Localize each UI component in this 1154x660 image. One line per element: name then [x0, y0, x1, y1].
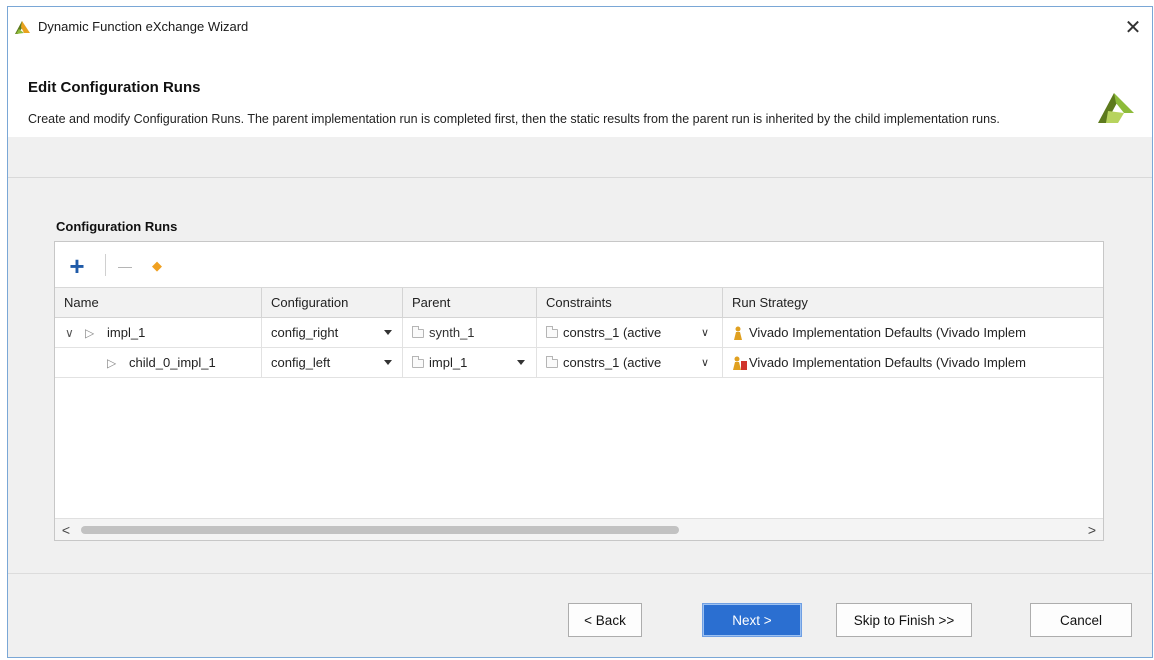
dropdown-arrow-icon: [517, 360, 525, 365]
dropdown-arrow-icon: [384, 360, 392, 365]
strategy-figure-icon: [734, 326, 742, 340]
back-button[interactable]: < Back: [568, 603, 642, 637]
page-description: Create and modify Configuration Runs. Th…: [28, 112, 1000, 126]
diamond-icon: ◆: [152, 258, 162, 273]
constraints-wrap: constrs_1 (active: [546, 318, 661, 348]
constraints-wrap: constrs_1 (active: [546, 348, 661, 378]
column-header-name[interactable]: Name: [55, 288, 262, 318]
run-name: impl_1: [107, 325, 146, 340]
parent-wrap: synth_1: [412, 318, 475, 348]
parent-value: impl_1: [429, 355, 468, 370]
configuration-value: config_right: [271, 325, 339, 340]
next-button[interactable]: Next >: [702, 603, 802, 637]
remove-run-button[interactable]: —: [113, 254, 137, 278]
cancel-button[interactable]: Cancel: [1030, 603, 1132, 637]
column-header-constraints[interactable]: Constraints: [537, 288, 723, 318]
close-icon: ✕: [1124, 16, 1142, 39]
strategy-figure-warning-icon: [733, 356, 747, 370]
app-logo-icon: [15, 21, 30, 34]
header-divider: [8, 177, 1152, 178]
skip-to-finish-button[interactable]: Skip to Finish >>: [836, 603, 972, 637]
folder-icon: [412, 326, 424, 338]
vivado-logo-icon: [1098, 93, 1134, 123]
constraints-dropdown[interactable]: constrs_1 (active ∨: [537, 348, 723, 378]
close-button[interactable]: ✕: [1116, 11, 1150, 43]
constraints-value: constrs_1 (active: [563, 325, 662, 340]
dropdown-arrow-icon: [384, 330, 392, 335]
table-row[interactable]: ∨ ▷ impl_1 config_right synth_1 constrs_…: [55, 318, 1103, 348]
configuration-dropdown[interactable]: config_right: [262, 318, 403, 348]
scroll-right-icon[interactable]: >: [1083, 521, 1101, 539]
configuration-runs-panel: + — ◆ Name Configuration Parent Constrai…: [54, 241, 1104, 541]
wizard-header: Edit Configuration Runs Create and modif…: [8, 47, 1152, 137]
parent-dropdown[interactable]: impl_1: [403, 348, 537, 378]
horizontal-scrollbar[interactable]: < >: [55, 518, 1103, 540]
add-run-button[interactable]: +: [65, 251, 89, 281]
run-icon: ▷: [85, 326, 95, 340]
run-name: child_0_impl_1: [129, 355, 216, 370]
chevron-down-icon: ∨: [701, 327, 710, 339]
table-row[interactable]: ▷ child_0_impl_1 config_left impl_1 cons…: [55, 348, 1103, 378]
page-title: Edit Configuration Runs: [28, 79, 201, 96]
parent-value: synth_1: [429, 325, 475, 340]
folder-icon: [546, 356, 558, 368]
cancel-button-label: Cancel: [1059, 612, 1103, 628]
window-title: Dynamic Function eXchange Wizard: [38, 19, 249, 34]
toolbar-divider: [105, 254, 106, 276]
run-strategy-value: Vivado Implementation Defaults (Vivado I…: [749, 355, 1026, 370]
title-bar: Dynamic Function eXchange Wizard ✕: [8, 7, 1152, 47]
column-header-parent[interactable]: Parent: [403, 288, 537, 318]
folder-icon: [546, 326, 558, 338]
footer-divider: [8, 573, 1152, 574]
run-icon: ▷: [107, 356, 117, 370]
column-header-configuration[interactable]: Configuration: [262, 288, 403, 318]
make-active-button[interactable]: ◆: [145, 254, 169, 278]
minus-icon: —: [118, 258, 132, 274]
scrollbar-thumb[interactable]: [81, 526, 679, 534]
chevron-down-icon: ∨: [701, 357, 710, 369]
column-header-run-strategy[interactable]: Run Strategy: [723, 288, 1103, 318]
cell-name: ∨ ▷ impl_1: [55, 318, 262, 348]
parent-wrap: impl_1: [412, 348, 467, 378]
table-toolbar: + — ◆: [55, 242, 1103, 288]
configuration-value: config_left: [271, 355, 331, 370]
parent-cell: synth_1: [403, 318, 537, 348]
table-header: Name Configuration Parent Constraints Ru…: [55, 288, 1103, 318]
configuration-dropdown[interactable]: config_left: [262, 348, 403, 378]
scroll-left-icon[interactable]: <: [57, 521, 75, 539]
run-strategy-value: Vivado Implementation Defaults (Vivado I…: [749, 325, 1026, 340]
run-strategy-cell[interactable]: Vivado Implementation Defaults (Vivado I…: [723, 318, 1103, 348]
cell-name: ▷ child_0_impl_1: [55, 348, 262, 378]
skip-button-label: Skip to Finish >>: [853, 612, 955, 628]
wizard-window: Dynamic Function eXchange Wizard ✕ Edit …: [7, 6, 1153, 658]
constraints-value: constrs_1 (active: [563, 355, 662, 370]
run-strategy-cell[interactable]: Vivado Implementation Defaults (Vivado I…: [723, 348, 1103, 378]
expand-chevron-icon[interactable]: ∨: [65, 318, 74, 348]
back-button-label: < Back: [584, 612, 626, 628]
next-button-label: Next >: [732, 612, 772, 628]
constraints-dropdown[interactable]: constrs_1 (active ∨: [537, 318, 723, 348]
plus-icon: +: [69, 251, 85, 281]
folder-icon: [412, 356, 424, 368]
section-label: Configuration Runs: [56, 219, 178, 234]
